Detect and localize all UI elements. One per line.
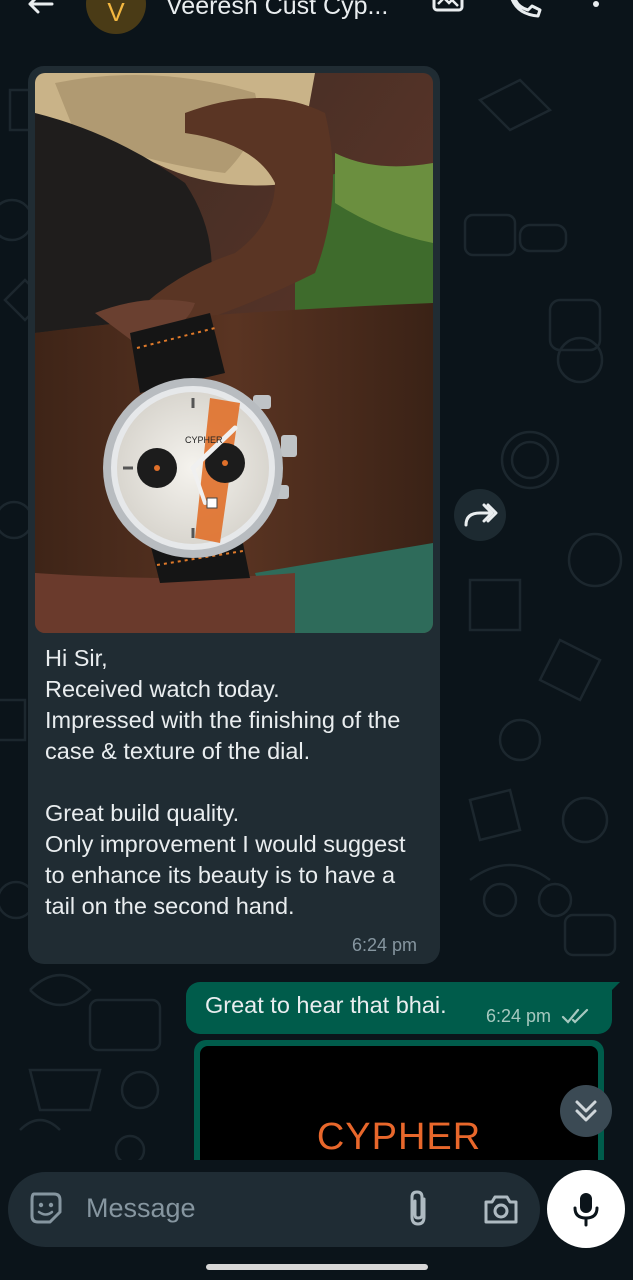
outgoing-message-text: Great to hear that bhai. (205, 992, 447, 1018)
scroll-to-bottom-button[interactable] (560, 1085, 612, 1137)
mic-icon (573, 1193, 599, 1227)
avatar-letter: V (107, 0, 125, 27)
watch-photo[interactable]: CYPHER (35, 73, 433, 633)
forward-icon (464, 503, 498, 527)
read-ticks-icon (561, 1008, 589, 1024)
home-indicator (206, 1264, 428, 1270)
contact-name[interactable]: Veeresh Cust Cyp... (166, 0, 410, 21)
outgoing-message-time: 6:24 pm (486, 1006, 552, 1026)
phone-icon[interactable] (510, 0, 546, 26)
sticker-icon[interactable] (28, 1190, 64, 1226)
forward-button[interactable] (454, 489, 506, 541)
dial-brand-text: CYPHER (185, 435, 223, 445)
incoming-message-text: Hi Sir, Received watch today. Impressed … (45, 645, 406, 919)
media-gallery-icon[interactable] (430, 0, 466, 26)
avatar[interactable]: V (86, 0, 146, 34)
double-chevron-down-icon (575, 1100, 597, 1122)
voice-message-button[interactable] (547, 1170, 625, 1248)
back-arrow-icon[interactable] (22, 0, 58, 30)
more-vert-icon[interactable] (580, 0, 616, 26)
bubble-tail (606, 982, 620, 996)
cypher-brand-text: CYPHER (316, 1116, 482, 1158)
camera-icon[interactable] (482, 1190, 520, 1228)
message-placeholder: Message (86, 1193, 196, 1223)
attach-icon[interactable] (402, 1189, 438, 1229)
incoming-message-time: 6:24 pm (352, 935, 418, 955)
chat-header: V Veeresh Cust Cyp... (0, 0, 633, 50)
